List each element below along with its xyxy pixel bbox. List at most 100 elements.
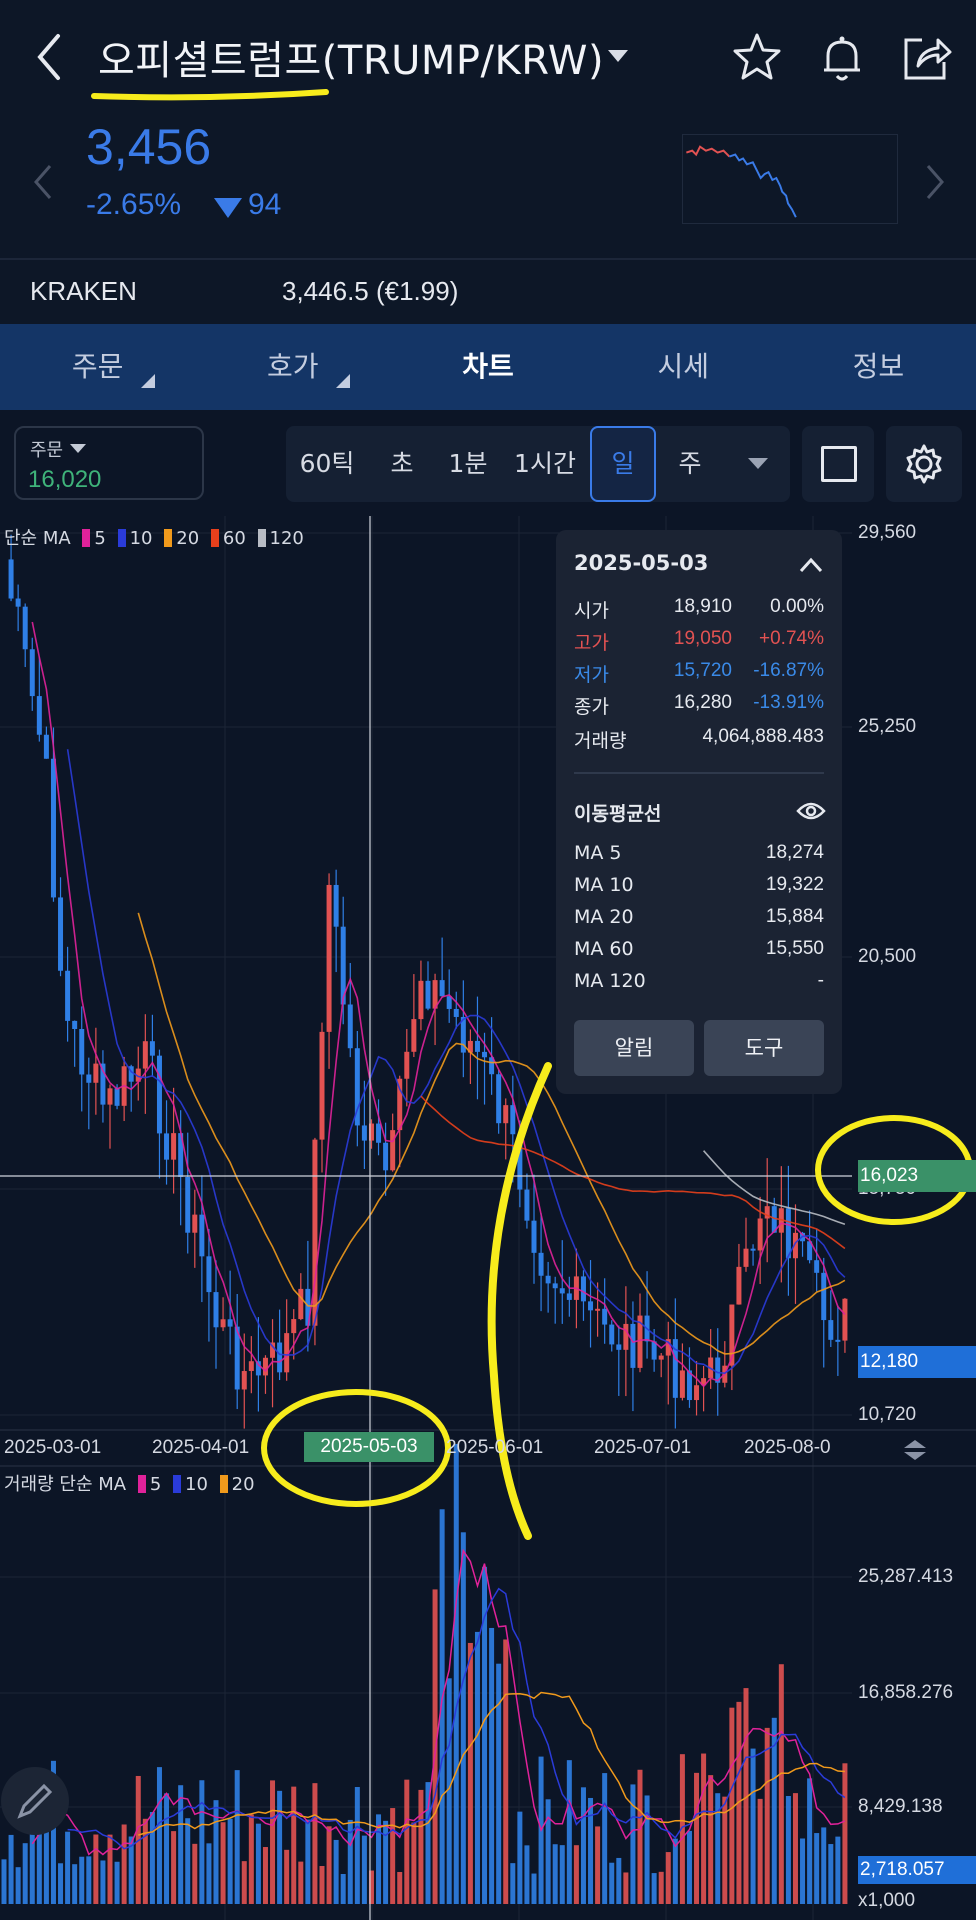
volume-bar [354,1787,360,1904]
candle-body [580,1276,586,1302]
info-volume-value: 4,064,888.483 [702,726,824,747]
info-ma10-value: 19,322 [765,874,824,895]
volume-bar [496,1663,502,1904]
candle-body [185,1176,191,1233]
candle-body [58,897,64,971]
divider [574,772,824,774]
info-ma120-value: - [817,970,824,991]
ma120-color-swatch [257,529,266,547]
volume-bar [284,1849,290,1904]
eye-icon[interactable] [796,800,826,822]
tab-order[interactable]: 주문 [0,324,195,410]
legend-item: 60 [222,528,246,549]
tool-button[interactable]: 도구 [704,1020,824,1076]
legend-prefix: 단순 MA [4,528,71,549]
price-axis-label: 25,250 [858,716,917,737]
candle-body [361,1125,367,1141]
period-more-chevron-icon[interactable] [748,458,768,469]
volume-bar [390,1808,396,1904]
alert-button[interactable]: 알림 [574,1020,694,1076]
prev-coin-icon[interactable] [30,162,54,202]
tab-market-price[interactable]: 시세 [586,324,781,410]
volume-bar [672,1838,678,1904]
candle-body [156,1055,162,1134]
candle-body [404,1051,410,1079]
candle-body [15,598,21,607]
candle-body [496,1074,502,1124]
volume-bar [93,1834,99,1904]
period-1min[interactable]: 1분 [442,426,494,502]
volume-bar [58,1863,64,1904]
price-axis-label: 20,500 [858,946,917,967]
tab-info[interactable]: 정보 [781,324,976,410]
ma20-color-swatch [164,529,173,547]
volume-bar [326,1826,332,1904]
volume-bar [531,1873,537,1904]
volume-bar [291,1786,297,1904]
info-low-label: 저가 [574,664,609,686]
volume-bar [658,1871,664,1904]
favorite-star-icon[interactable] [730,30,784,84]
info-high-label: 고가 [574,632,609,654]
candle-body [65,970,71,1021]
ma10-color-swatch [117,529,126,547]
tab-chart[interactable]: 차트 [390,324,585,410]
volume-bar [15,1867,21,1904]
candle-body [757,1218,763,1251]
volume-axis-unit: x1,000 [858,1890,916,1911]
volume-bar [708,1775,714,1904]
notification-bell-icon[interactable] [814,30,870,86]
title-dropdown-icon[interactable] [608,50,628,62]
period-week[interactable]: 주 [668,426,712,502]
candle-body [199,1214,205,1257]
candle-body [595,1308,601,1311]
volume-bar [630,1784,636,1904]
volume-bar [835,1836,841,1904]
chevron-up-icon[interactable] [798,556,824,574]
volume-bar [623,1872,629,1904]
volume-bar [164,1793,170,1904]
next-coin-icon[interactable] [924,162,948,202]
volume-bar [545,1799,551,1904]
volume-bar [453,1444,459,1904]
drawing-pencil-button[interactable] [0,1766,70,1836]
info-ma5-label: MA 5 [574,842,622,864]
coin-title[interactable]: 오피셜트럼프(TRUMP/KRW) [98,28,604,86]
candle-body [821,1272,827,1321]
period-1hour[interactable]: 1시간 [510,426,580,502]
volume-bar [460,1532,466,1904]
tab-orderbook[interactable]: 호가 [195,324,390,410]
volume-bar [686,1830,692,1904]
volume-bar [595,1826,601,1904]
info-ma10-label: MA 10 [574,874,634,896]
candle-body [93,1063,99,1083]
volume-bar [241,1861,247,1904]
info-open-value: 18,910 [673,596,732,617]
back-arrow-icon[interactable] [30,30,70,84]
candle-body [545,1275,551,1284]
volume-bar [474,1631,480,1904]
candle-body [220,1319,226,1328]
period-60tick[interactable]: 60틱 [294,426,360,502]
tab-label: 주문 [71,350,124,383]
info-ma60-value: 15,550 [765,938,824,959]
period-second[interactable]: 초 [380,426,424,502]
candle-body [658,1355,664,1360]
period-day[interactable]: 일 [592,426,654,502]
info-ma120-label: MA 120 [574,970,646,992]
volume-bar [828,1844,834,1904]
share-icon[interactable] [898,30,954,86]
volume-bar [792,1793,798,1904]
candle-body [164,1133,170,1160]
candle-body [50,758,56,898]
resize-handle-icon[interactable] [900,1438,930,1462]
vol-ma20-color-swatch [219,1475,228,1493]
info-ma60-label: MA 60 [574,938,634,960]
volume-bar [785,1795,791,1904]
candle-body [835,1339,841,1342]
volume-bar [361,1835,367,1904]
candle-body [29,649,35,697]
volume-bar [602,1773,608,1904]
tab-label: 호가 [267,350,319,383]
volume-bar [156,1767,162,1904]
